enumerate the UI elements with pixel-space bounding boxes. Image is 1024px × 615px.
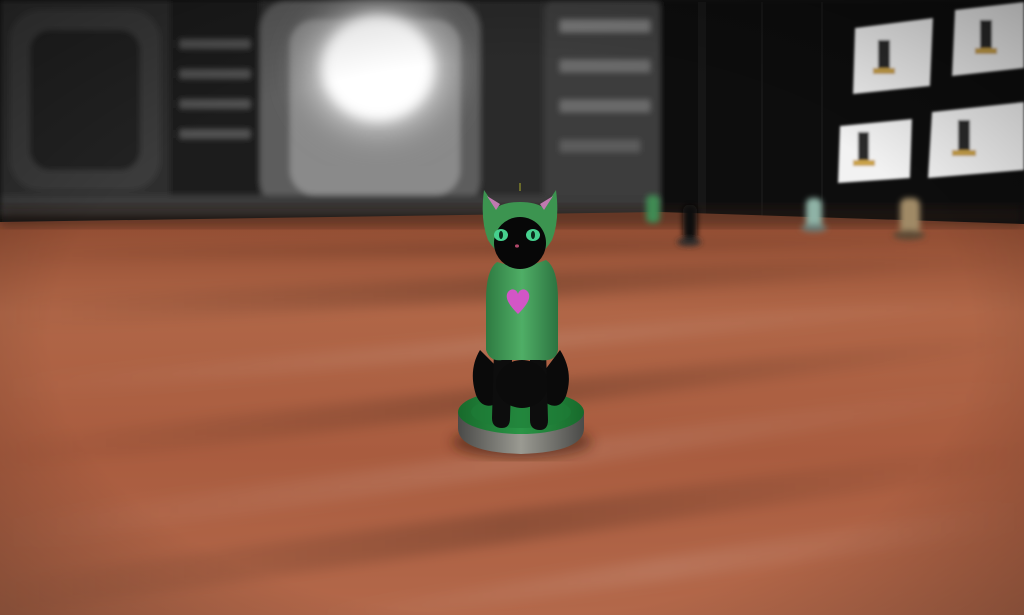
game-viewport[interactable] — [0, 0, 1024, 615]
scene-canvas — [0, 0, 1024, 615]
